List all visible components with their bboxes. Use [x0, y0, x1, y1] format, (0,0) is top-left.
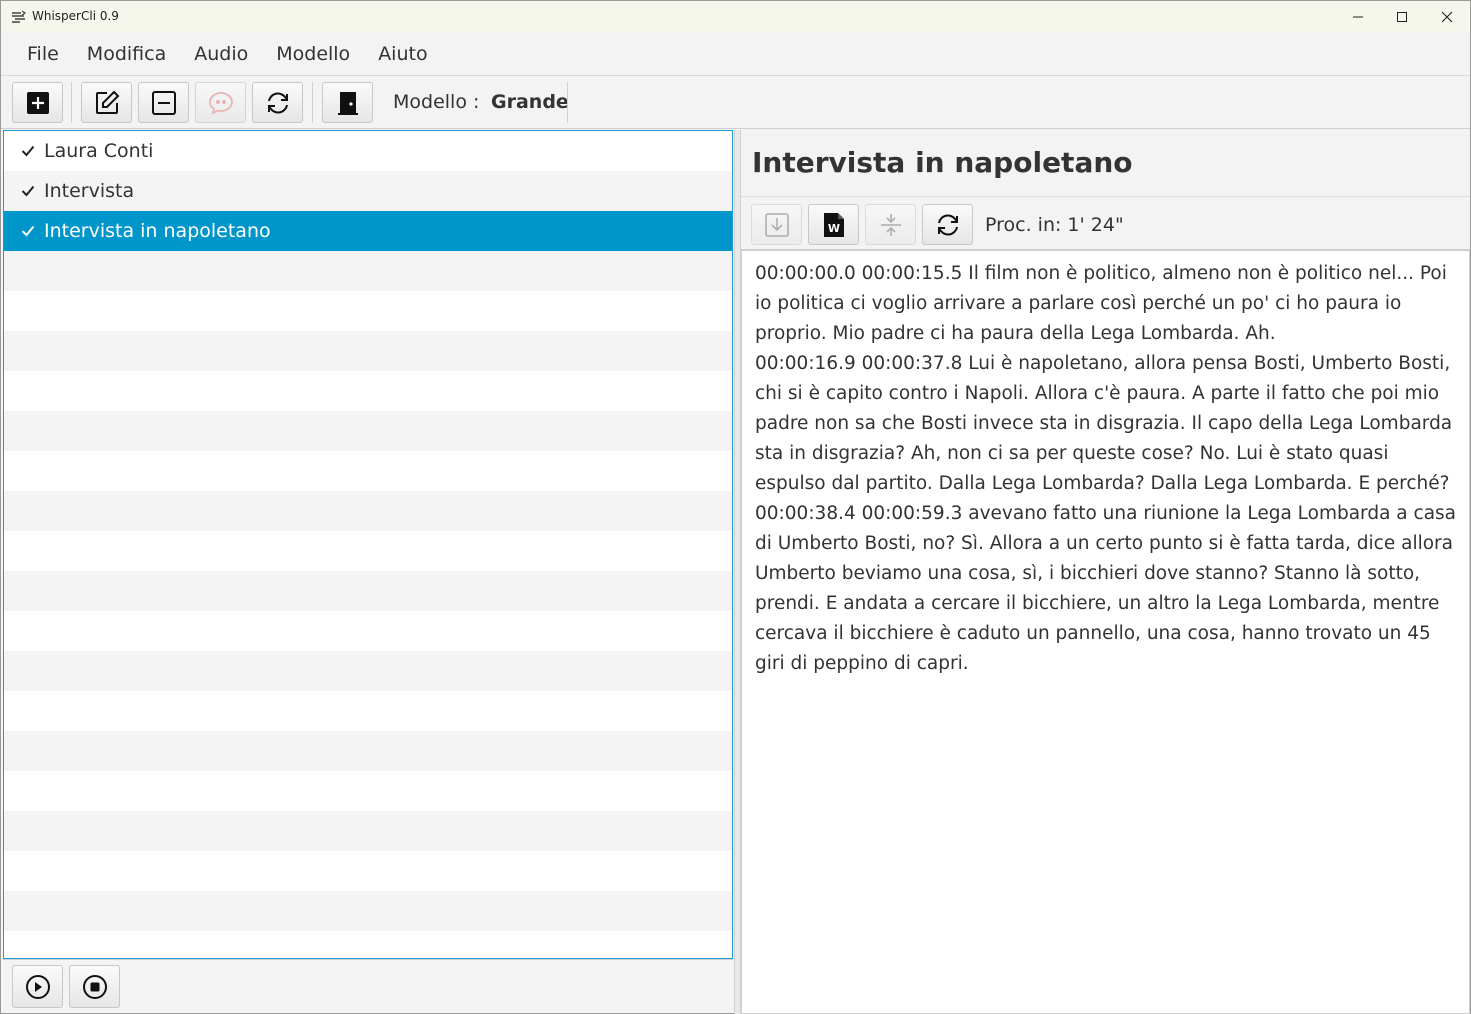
list-item-label: Laura Conti	[44, 140, 154, 162]
remove-button[interactable]	[138, 82, 189, 123]
menu-modifica[interactable]: Modifica	[73, 32, 180, 76]
maximize-button[interactable]	[1379, 1, 1425, 32]
app-window: WhisperCli 0.9 File Modifica Audio Model…	[0, 0, 1471, 1014]
transcribe-button[interactable]	[195, 82, 246, 123]
detail-pane: Intervista in napoletano W Proc. in: 1' …	[741, 130, 1470, 1014]
detail-title: Intervista in napoletano	[752, 146, 1133, 179]
list-item[interactable]: Intervista	[4, 171, 732, 211]
edit-button[interactable]	[81, 82, 132, 123]
empty-row	[4, 731, 732, 771]
close-icon	[1441, 11, 1453, 22]
word-doc-icon: W	[823, 212, 844, 237]
list-item-label: Intervista	[44, 180, 135, 202]
menu-aiuto[interactable]: Aiuto	[364, 32, 441, 76]
empty-row	[4, 571, 732, 611]
stop-button[interactable]	[69, 965, 120, 1008]
list-item-label: Intervista in napoletano	[44, 220, 271, 242]
processing-time: Proc. in: 1' 24"	[985, 214, 1124, 236]
empty-row	[4, 411, 732, 451]
reprocess-button[interactable]	[922, 204, 973, 245]
remove-icon	[151, 90, 176, 115]
list-item[interactable]: Laura Conti	[4, 131, 732, 171]
app-logo-icon	[11, 9, 27, 23]
menu-file[interactable]: File	[13, 32, 73, 76]
svg-text:W: W	[827, 222, 839, 235]
toolbar-separator	[567, 82, 568, 123]
download-button[interactable]	[751, 204, 802, 245]
minimize-button[interactable]	[1335, 1, 1381, 32]
title-bar[interactable]: WhisperCli 0.9	[1, 1, 1470, 32]
export-word-button[interactable]: W	[808, 204, 859, 245]
play-icon	[25, 974, 50, 999]
recordings-list[interactable]: Laura Conti Intervista Intervista in nap…	[3, 130, 733, 959]
check-icon	[4, 145, 44, 157]
window-title: WhisperCli 0.9	[32, 9, 119, 23]
add-button[interactable]	[12, 82, 63, 123]
compress-button[interactable]	[865, 204, 916, 245]
toolbar-separator	[312, 82, 313, 123]
close-button[interactable]	[1424, 1, 1470, 32]
download-icon	[764, 212, 789, 237]
empty-row	[4, 891, 732, 931]
refresh-icon	[937, 214, 958, 235]
add-icon	[26, 91, 49, 114]
transcript-textarea[interactable]: 00:00:00.0 00:00:15.5 Il film non è poli…	[741, 250, 1470, 1014]
model-value: Grande	[491, 91, 569, 113]
minimize-icon	[1353, 16, 1363, 17]
refresh-button[interactable]	[252, 82, 303, 123]
play-button[interactable]	[12, 965, 63, 1008]
list-item-selected[interactable]: Intervista in napoletano	[4, 211, 732, 251]
empty-row	[4, 251, 732, 291]
check-icon	[4, 225, 44, 237]
stop-icon	[82, 974, 107, 999]
split-pane-divider[interactable]	[734, 130, 741, 1014]
exit-door-icon	[337, 91, 358, 115]
check-icon	[4, 185, 44, 197]
edit-icon	[95, 90, 119, 114]
refresh-icon	[267, 92, 288, 113]
compress-icon	[880, 213, 901, 236]
empty-row	[4, 491, 732, 531]
model-label: Modello :	[393, 91, 480, 113]
toolbar-separator	[71, 82, 72, 123]
empty-row	[4, 331, 732, 371]
menu-bar: File Modifica Audio Modello Aiuto	[1, 32, 1470, 76]
main-toolbar: Modello : Grande	[1, 76, 1470, 129]
empty-row	[4, 811, 732, 851]
empty-row	[4, 651, 732, 691]
menu-audio[interactable]: Audio	[180, 32, 262, 76]
speech-icon	[208, 91, 233, 115]
exit-button[interactable]	[322, 82, 373, 123]
player-bar	[3, 959, 733, 1013]
transcript-text[interactable]: 00:00:00.0 00:00:15.5 Il film non è poli…	[755, 259, 1456, 679]
maximize-icon	[1397, 11, 1407, 22]
detail-toolbar: W Proc. in: 1' 24"	[741, 196, 1470, 250]
menu-modello[interactable]: Modello	[262, 32, 364, 76]
